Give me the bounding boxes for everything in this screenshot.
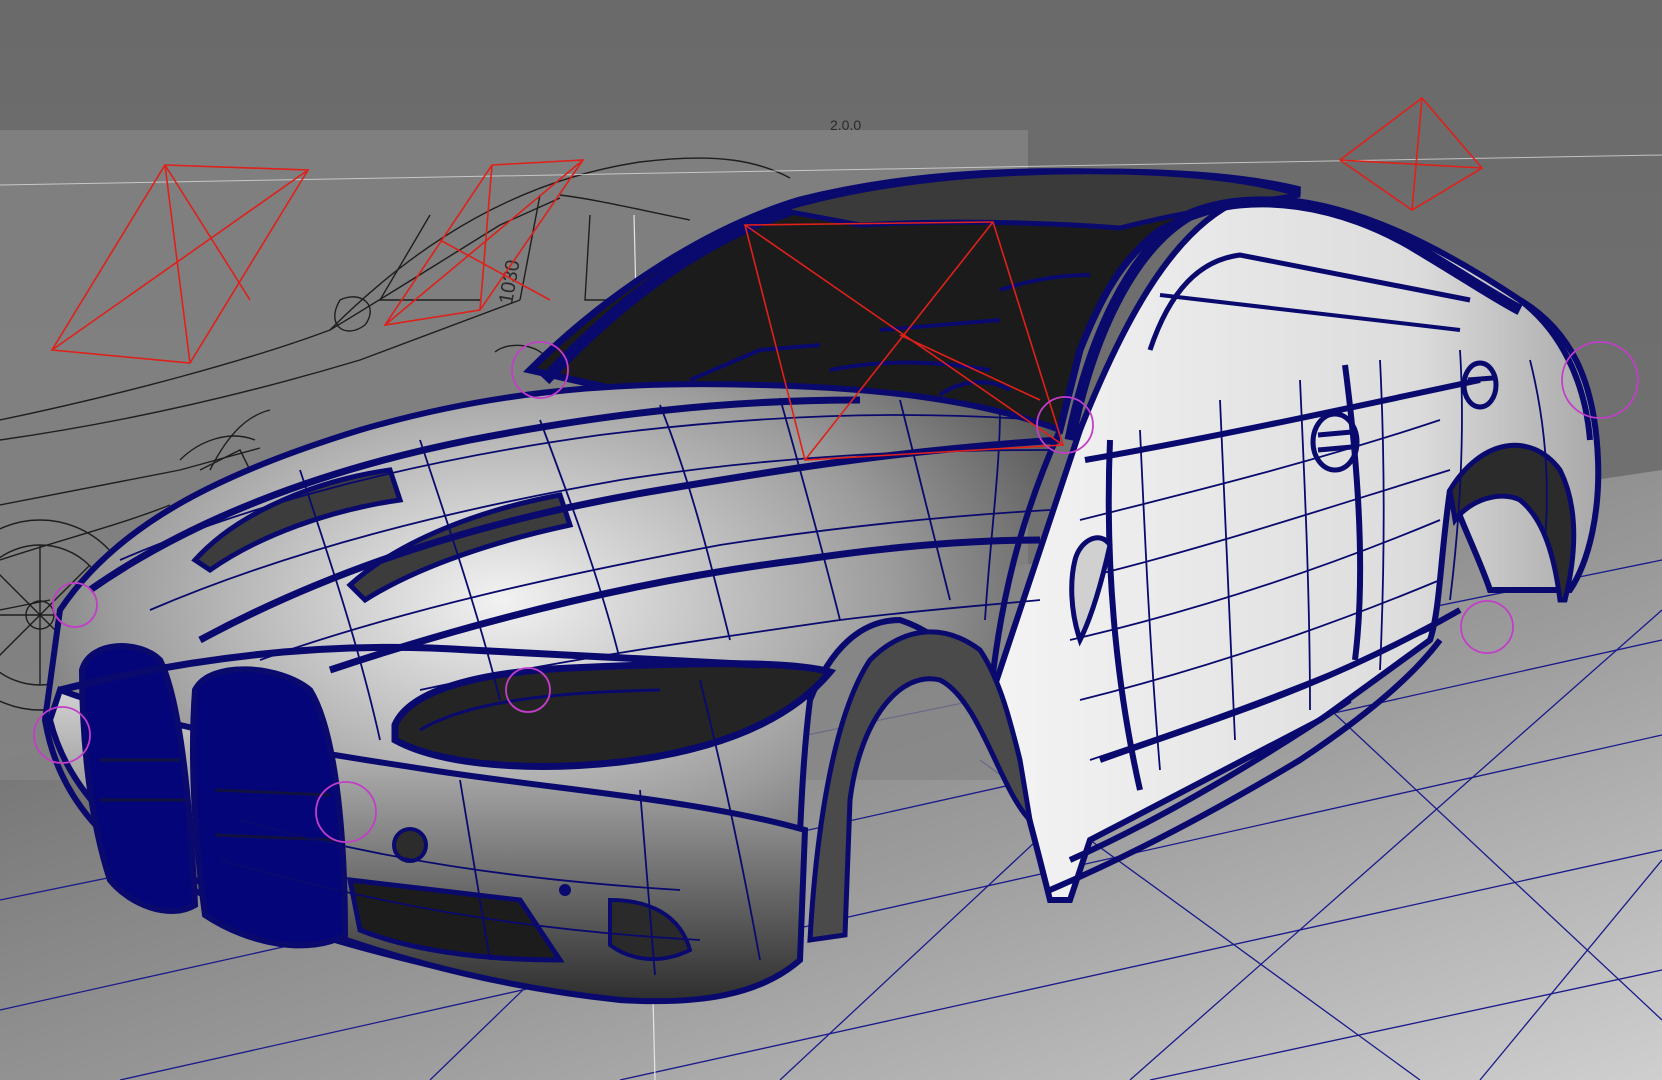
dimension-top-label: 2.0.0: [830, 117, 861, 133]
modeling-viewport[interactable]: 2.0.0 1030: [0, 0, 1662, 1080]
viewport-canvas[interactable]: 2.0.0 1030: [0, 0, 1662, 1080]
